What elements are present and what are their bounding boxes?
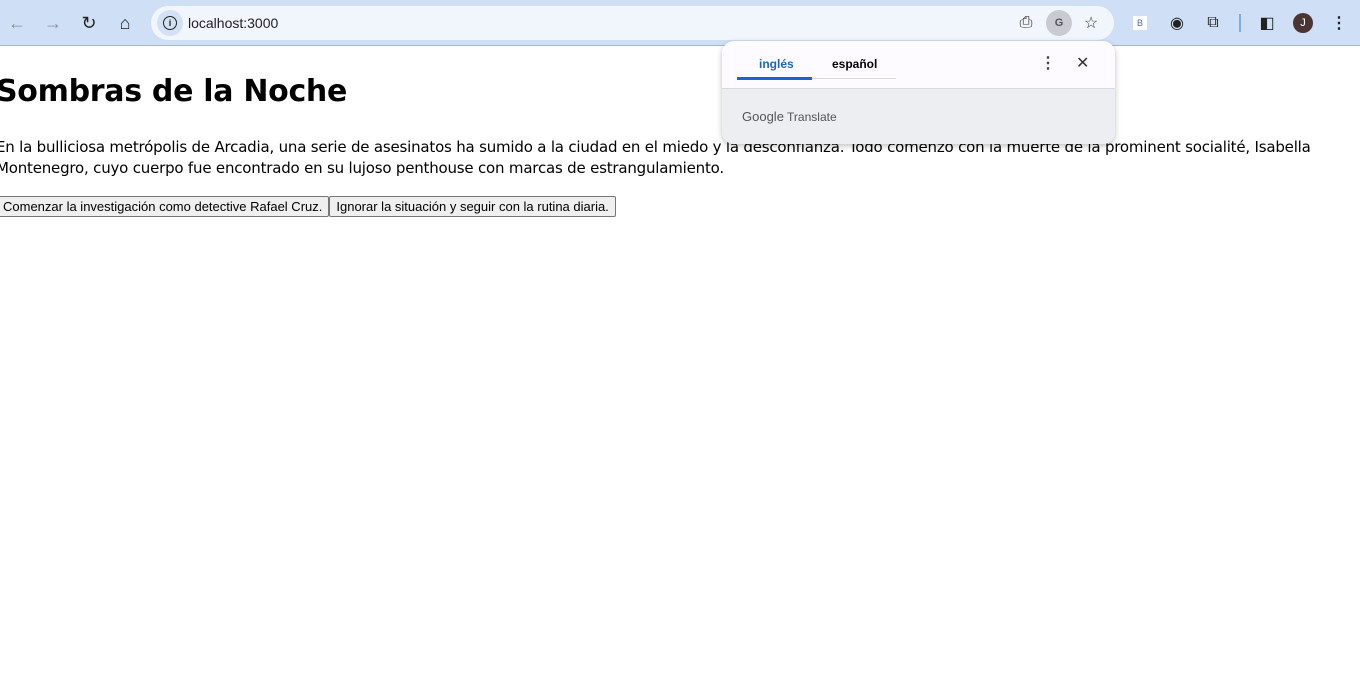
close-icon[interactable]: ✕ bbox=[1076, 53, 1089, 73]
start-investigation-button[interactable]: Comenzar la investigación como detective… bbox=[0, 196, 330, 217]
translate-popup: inglés español ⋮ ✕ Google Translate bbox=[722, 41, 1115, 144]
popup-footer: Google Translate bbox=[722, 88, 1115, 144]
tab-espanol[interactable]: español bbox=[832, 57, 877, 71]
back-icon[interactable]: ← bbox=[4, 10, 30, 36]
google-translate-logo: Google Translate bbox=[742, 109, 837, 124]
page-content: Sombras de la Noche En la bulliciosa met… bbox=[0, 46, 1360, 217]
avatar[interactable]: J bbox=[1293, 13, 1313, 33]
translate-icon[interactable]: G bbox=[1046, 10, 1072, 36]
cookie-extension-icon[interactable]: ◉ bbox=[1164, 10, 1190, 36]
extensions-puzzle-icon[interactable]: ⧉ bbox=[1200, 10, 1226, 36]
url-text[interactable]: localhost:3000 bbox=[188, 15, 278, 31]
address-bar[interactable]: i localhost:3000 ⎙ G ☆ bbox=[151, 6, 1114, 40]
ignore-situation-button[interactable]: Ignorar la situación y seguir con la rut… bbox=[329, 196, 616, 217]
site-info-icon[interactable]: i bbox=[157, 10, 183, 36]
install-app-icon[interactable]: ⎙ bbox=[1013, 10, 1039, 36]
bookmark-star-icon[interactable]: ☆ bbox=[1078, 10, 1104, 36]
forward-icon[interactable]: → bbox=[40, 10, 66, 36]
active-tab-indicator bbox=[737, 77, 812, 80]
more-options-icon[interactable]: ⋮ bbox=[1040, 53, 1056, 73]
side-panel-icon[interactable]: ◧ bbox=[1254, 10, 1280, 36]
menu-kebab-icon[interactable]: ⋮ bbox=[1326, 10, 1352, 36]
reload-icon[interactable]: ↻ bbox=[76, 10, 102, 36]
page-title: Sombras de la Noche bbox=[0, 74, 348, 109]
browser-toolbar: ← → ↻ ⌂ i localhost:3000 ⎙ G ☆ B ◉ ⧉ ◧ J… bbox=[0, 0, 1360, 46]
toolbar-divider bbox=[1239, 14, 1241, 32]
home-icon[interactable]: ⌂ bbox=[112, 10, 138, 36]
extension-b-icon[interactable]: B bbox=[1132, 16, 1147, 30]
tab-ingles[interactable]: inglés bbox=[759, 57, 794, 71]
story-paragraph: En la bulliciosa metrópolis de Arcadia, … bbox=[0, 138, 1311, 177]
